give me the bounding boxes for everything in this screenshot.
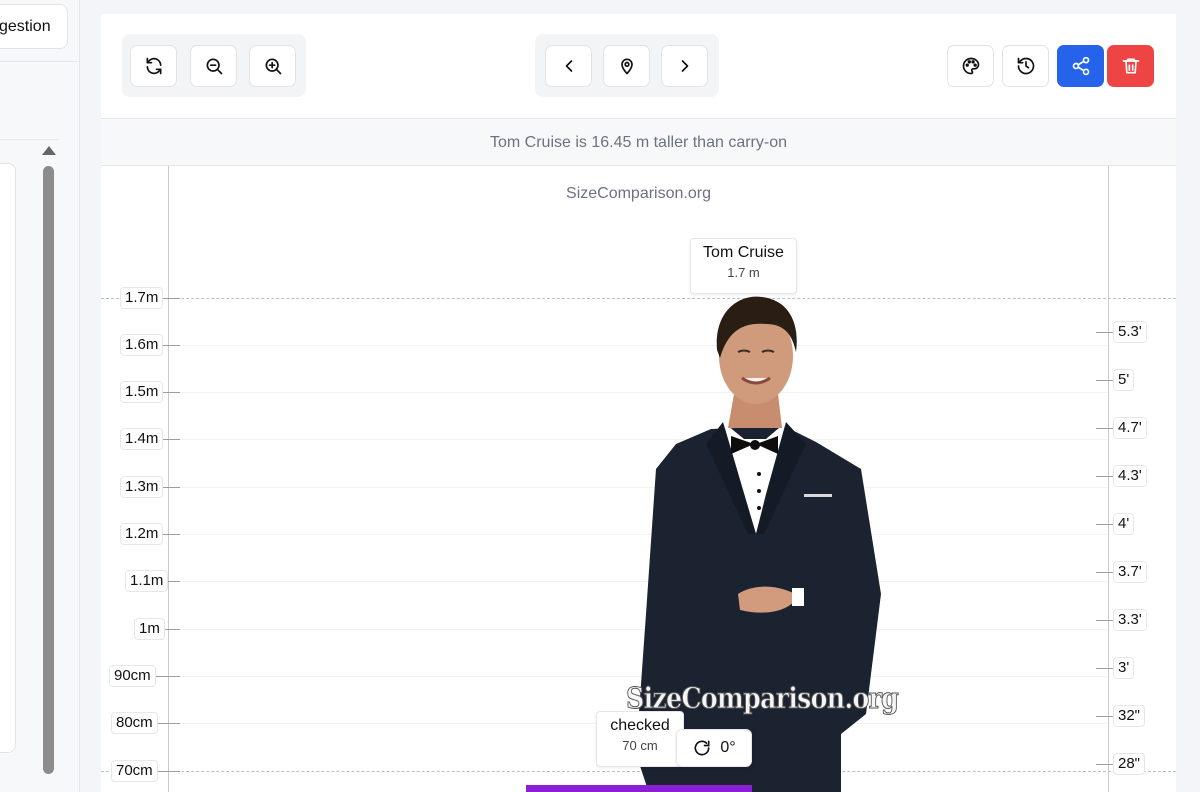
rotate-control[interactable]: 0° bbox=[676, 729, 752, 767]
metric-axis bbox=[168, 166, 169, 792]
toolbar bbox=[101, 14, 1176, 118]
checked-object[interactable] bbox=[526, 785, 752, 792]
color-theme-button[interactable] bbox=[947, 45, 994, 87]
site-watermark: SizeComparison.org bbox=[566, 185, 711, 202]
object-name: checked bbox=[610, 717, 670, 734]
rotation-value: 0° bbox=[720, 739, 736, 756]
object-label-tom-cruise[interactable]: Tom Cruise 1.7 m bbox=[690, 238, 797, 294]
imperial-label: 32" bbox=[1113, 705, 1146, 727]
imperial-label: 4' bbox=[1113, 513, 1135, 535]
map-pin-icon bbox=[620, 58, 633, 75]
chevron-left-icon bbox=[565, 60, 572, 72]
next-button[interactable] bbox=[661, 45, 708, 87]
metric-label: 1.1m bbox=[125, 570, 169, 592]
metric-label: 1.6m bbox=[120, 334, 164, 356]
object-list-panel[interactable] bbox=[0, 163, 16, 753]
chevron-right-icon bbox=[681, 60, 688, 72]
object-height: 70 cm bbox=[622, 738, 658, 753]
refresh-icon bbox=[146, 57, 161, 75]
axis-tick bbox=[156, 676, 180, 677]
imperial-label: 4.3' bbox=[1113, 465, 1147, 487]
refresh-button[interactable] bbox=[130, 45, 177, 87]
previous-button[interactable] bbox=[545, 45, 592, 87]
trash-icon bbox=[1122, 58, 1139, 74]
imperial-label: 28" bbox=[1113, 753, 1146, 775]
metric-label: 1.5m bbox=[120, 381, 164, 403]
share-button[interactable] bbox=[1057, 45, 1104, 87]
scrollbar-thumb[interactable] bbox=[43, 166, 54, 774]
scroll-up-arrow-icon[interactable] bbox=[42, 146, 56, 155]
share-icon bbox=[1072, 56, 1089, 76]
comparison-summary: Tom Cruise is 16.45 m taller than carry-… bbox=[101, 118, 1176, 166]
zoom-in-button[interactable] bbox=[249, 45, 296, 87]
history-button[interactable] bbox=[1002, 45, 1049, 87]
axis-tick bbox=[156, 723, 180, 724]
image-watermark: SizeComparison.org bbox=[626, 681, 900, 716]
sidebar-divider bbox=[0, 61, 80, 62]
rotate-icon bbox=[694, 740, 710, 756]
delete-button[interactable] bbox=[1107, 45, 1154, 87]
sidebar: gestion bbox=[0, 0, 80, 792]
metric-label: 70cm bbox=[111, 760, 158, 782]
object-name: Tom Cruise bbox=[703, 244, 784, 261]
metric-label: 1.2m bbox=[120, 523, 164, 545]
comparison-panel: Tom Cruise is 16.45 m taller than carry-… bbox=[101, 14, 1176, 792]
zoom-out-button[interactable] bbox=[190, 45, 237, 87]
zoom-in-icon bbox=[265, 58, 281, 75]
imperial-label: 4.7' bbox=[1113, 417, 1147, 439]
palette-icon bbox=[962, 57, 979, 75]
sidebar-divider bbox=[0, 139, 58, 140]
metric-label: 1m bbox=[134, 618, 165, 640]
imperial-axis bbox=[1108, 166, 1109, 792]
metric-label: 80cm bbox=[111, 712, 158, 734]
comparison-canvas[interactable]: SizeComparison.org 1.7m 1.6m 1.5m 1.4m 1… bbox=[101, 166, 1176, 792]
imperial-label: 3.7' bbox=[1113, 561, 1147, 583]
view-controls-group bbox=[122, 34, 306, 97]
imperial-label: 5.3' bbox=[1113, 321, 1147, 343]
zoom-out-icon bbox=[206, 58, 222, 75]
axis-tick bbox=[156, 771, 180, 772]
imperial-label: 3.3' bbox=[1113, 609, 1147, 631]
imperial-label: 5' bbox=[1113, 369, 1135, 391]
locate-button[interactable] bbox=[603, 45, 650, 87]
metric-label: 90cm bbox=[109, 665, 156, 687]
navigation-group bbox=[535, 34, 719, 97]
object-label-checked[interactable]: checked 70 cm bbox=[596, 711, 684, 767]
metric-label: 1.7m bbox=[120, 287, 164, 309]
imperial-label: 3' bbox=[1113, 657, 1135, 679]
suggestion-button[interactable]: gestion bbox=[0, 4, 68, 49]
object-height: 1.7 m bbox=[727, 265, 760, 280]
history-icon bbox=[1017, 57, 1034, 75]
metric-label: 1.3m bbox=[120, 476, 164, 498]
metric-label: 1.4m bbox=[120, 428, 164, 450]
